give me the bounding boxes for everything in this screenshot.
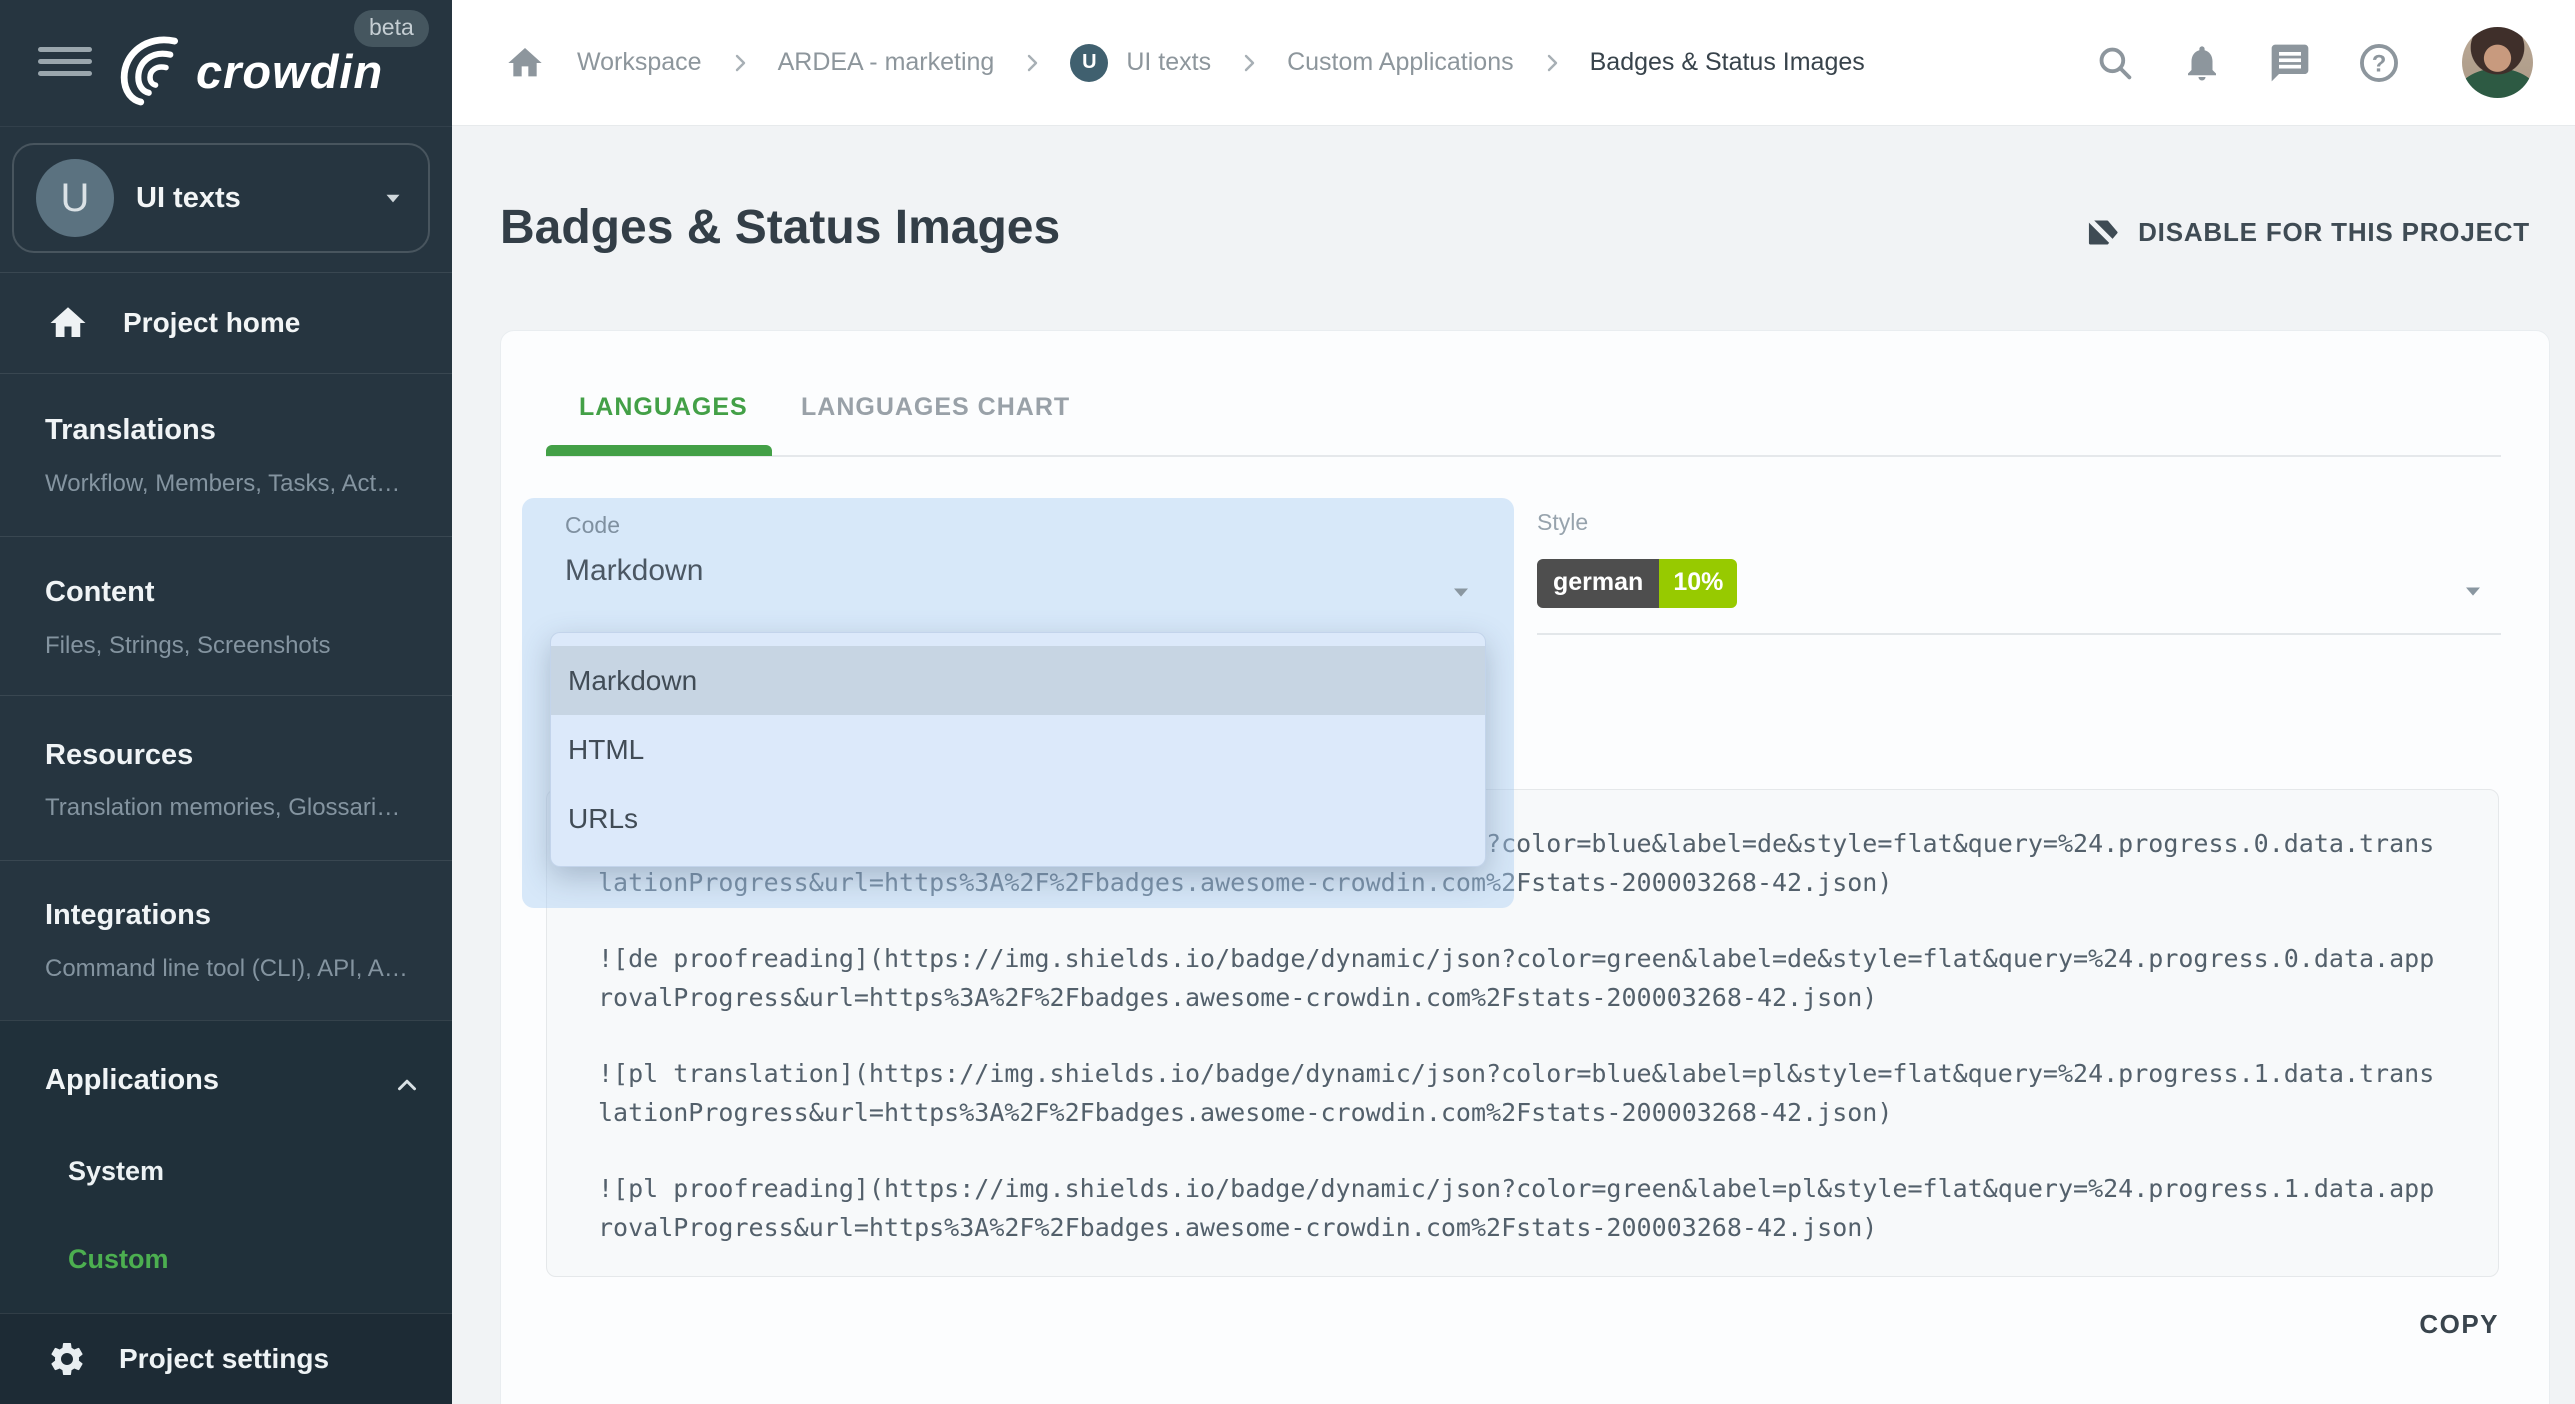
project-switcher[interactable]: U UI texts — [12, 143, 430, 253]
sidebar-subtitle-integrations: Command line tool (CLI), API, A… — [45, 955, 408, 983]
chevron-up-icon[interactable] — [392, 1070, 422, 1100]
tab-languages-chart[interactable]: LANGUAGES CHART — [801, 393, 1070, 422]
disable-for-project-button[interactable]: DISABLE FOR THIS PROJECT — [2084, 214, 2530, 251]
code-select-label: Code — [565, 512, 620, 539]
sidebar-item-custom[interactable]: Custom — [68, 1244, 169, 1275]
page-title: Badges & Status Images — [500, 200, 1060, 255]
dropdown-option-markdown[interactable]: Markdown — [551, 646, 1485, 715]
chevron-right-icon — [1540, 51, 1564, 75]
beta-badge: beta — [354, 10, 429, 47]
label-off-icon — [2084, 214, 2121, 251]
dropdown-option-html[interactable]: HTML — [551, 715, 1485, 784]
code-snippet: ![pl translation](https://img.shields.io… — [598, 1054, 2447, 1132]
chevron-down-icon — [380, 185, 406, 211]
sidebar-subtitle-resources: Translation memories, Glossari… — [45, 794, 400, 822]
user-avatar[interactable] — [2462, 27, 2533, 98]
breadcrumb: Workspace ARDEA - marketing U UI texts C… — [505, 43, 1865, 83]
chevron-right-icon — [1020, 51, 1044, 75]
help-icon[interactable]: ? — [2357, 41, 2401, 85]
divider — [0, 373, 452, 374]
dropdown-option-urls[interactable]: URLs — [551, 784, 1485, 853]
divider — [0, 536, 452, 537]
header-actions: ? — [2094, 27, 2533, 98]
messages-chat-icon[interactable] — [2268, 41, 2312, 85]
sidebar-item-resources[interactable]: Resources — [45, 739, 193, 772]
chevron-right-icon — [1237, 51, 1261, 75]
sidebar-item-integrations[interactable]: Integrations — [45, 899, 211, 932]
code-select-focused: Code Markdown Markdown HTML URLs — [522, 498, 1514, 908]
sidebar-item-applications[interactable]: Applications — [45, 1064, 219, 1097]
search-icon[interactable] — [2094, 42, 2136, 84]
sidebar-item-system[interactable]: System — [68, 1156, 164, 1187]
breadcrumb-current-page: Badges & Status Images — [1590, 48, 1865, 77]
style-select-label: Style — [1537, 509, 1588, 536]
badge-preview-label: german — [1537, 559, 1659, 608]
notifications-bell-icon[interactable] — [2181, 42, 2223, 84]
breadcrumb-project[interactable]: UI texts — [1126, 48, 1211, 77]
tab-languages[interactable]: LANGUAGES — [579, 393, 748, 422]
sidebar-subtitle-translations: Workflow, Members, Tasks, Act… — [45, 470, 400, 498]
caret-down-icon[interactable] — [2459, 577, 2487, 605]
sidebar: crowdin beta U UI texts Project home Tra… — [0, 0, 452, 1404]
active-tab-indicator — [546, 445, 772, 456]
svg-text:?: ? — [2372, 50, 2387, 77]
crowdin-app: crowdin beta U UI texts Project home Tra… — [0, 0, 2575, 1404]
sidebar-item-project-settings[interactable]: Project settings — [0, 1313, 452, 1404]
divider — [0, 860, 452, 861]
project-avatar: U — [36, 159, 114, 237]
badge-preview-value: 10% — [1659, 559, 1737, 608]
caret-down-icon[interactable] — [1447, 578, 1475, 606]
code-snippet: ![pl proofreading](https://img.shields.i… — [598, 1169, 2447, 1247]
chevron-right-icon — [728, 51, 752, 75]
copy-button[interactable]: COPY — [546, 1309, 2499, 1340]
sidebar-logo-bar: crowdin beta — [0, 0, 452, 127]
crowdin-logo-icon[interactable] — [110, 30, 190, 115]
breadcrumb-custom-applications[interactable]: Custom Applications — [1287, 48, 1514, 77]
code-select-dropdown: Markdown HTML URLs — [550, 632, 1486, 867]
top-header: Workspace ARDEA - marketing U UI texts C… — [452, 0, 2575, 126]
disable-button-label: DISABLE FOR THIS PROJECT — [2138, 217, 2530, 248]
divider — [0, 695, 452, 696]
style-select[interactable]: german 10% — [1537, 559, 1737, 608]
code-select-value[interactable]: Markdown — [565, 554, 703, 588]
sidebar-item-translations[interactable]: Translations — [45, 414, 216, 447]
code-snippet: ![de proofreading](https://img.shields.i… — [598, 939, 2447, 1017]
breadcrumb-project-group[interactable]: ARDEA - marketing — [778, 48, 995, 77]
sidebar-item-project-home[interactable]: Project home — [0, 273, 452, 373]
sidebar-applications-section: Applications System Custom — [0, 1020, 452, 1313]
breadcrumb-project-avatar: U — [1070, 44, 1108, 82]
sidebar-item-label: Project settings — [119, 1343, 329, 1375]
hamburger-menu-icon[interactable] — [38, 47, 92, 76]
breadcrumb-workspace[interactable]: Workspace — [577, 48, 702, 77]
sidebar-item-label: Project home — [123, 307, 300, 339]
gear-icon — [47, 1339, 87, 1379]
tabs-divider — [546, 455, 2501, 457]
divider — [0, 1020, 452, 1021]
style-select-underline — [1537, 633, 2501, 635]
home-icon[interactable] — [505, 43, 545, 83]
main-content: Badges & Status Images DISABLE FOR THIS … — [452, 126, 2575, 1404]
project-name: UI texts — [136, 182, 358, 215]
sidebar-item-content[interactable]: Content — [45, 576, 155, 609]
sidebar-subtitle-content: Files, Strings, Screenshots — [45, 632, 330, 660]
crowdin-logo-text[interactable]: crowdin — [196, 44, 383, 99]
home-icon — [47, 302, 89, 344]
